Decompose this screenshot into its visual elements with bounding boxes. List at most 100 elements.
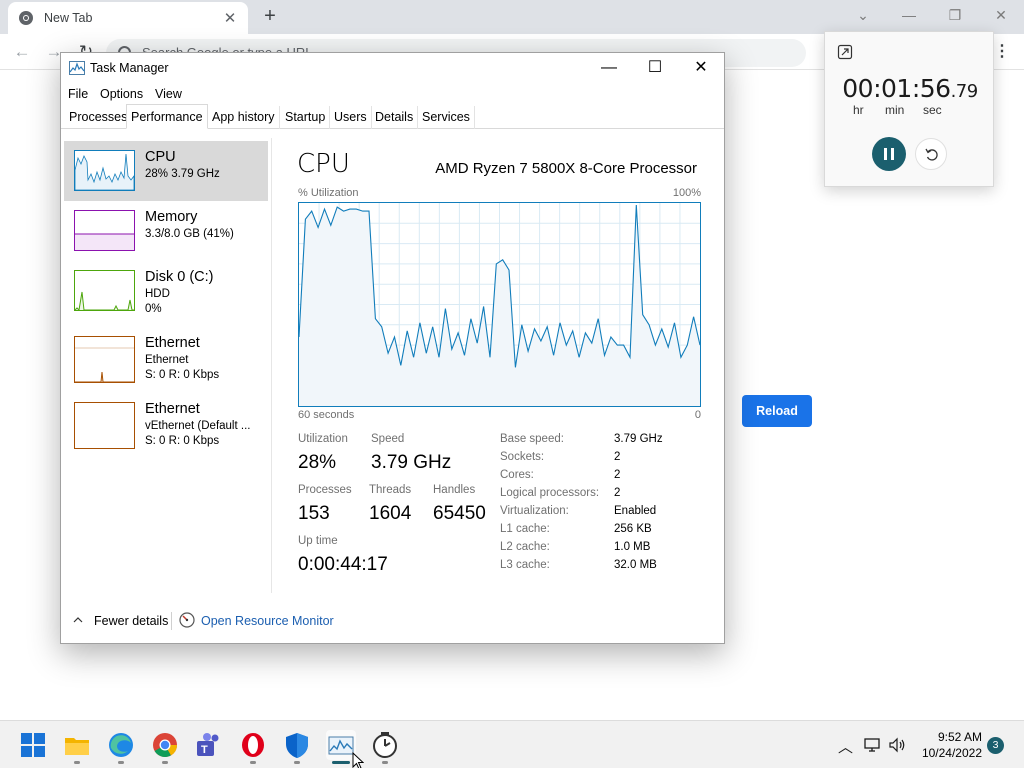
fewer-details-button[interactable]: Fewer details xyxy=(94,614,168,628)
spec-label: Logical processors: xyxy=(500,487,600,499)
utilization-label: Utilization xyxy=(298,433,348,445)
resource-disk[interactable]: Disk 0 (C:) HDD 0% xyxy=(64,261,268,321)
browser-tab-title: New Tab xyxy=(44,11,93,25)
graph-time-label: 60 seconds xyxy=(298,409,355,421)
chevron-up-icon[interactable] xyxy=(73,615,83,625)
chrome-running-dot xyxy=(162,761,168,764)
tab-search-chevron-icon[interactable]: ⌄ xyxy=(848,4,878,26)
task-manager-tabs: Processes Performance App history Startu… xyxy=(61,104,724,129)
spec-label: L2 cache: xyxy=(500,541,550,553)
menu-options[interactable]: Options xyxy=(100,87,143,101)
chrome-icon[interactable] xyxy=(150,730,180,760)
defender-icon[interactable] xyxy=(282,730,312,760)
browser-menu-icon[interactable]: ⋮ xyxy=(994,42,1010,62)
tm-maximize-icon[interactable]: ☐ xyxy=(635,56,675,80)
speed-label: Speed xyxy=(371,433,405,445)
taskbar-date[interactable]: 10/24/2022 xyxy=(916,746,982,760)
open-resource-monitor-link[interactable]: Open Resource Monitor xyxy=(201,614,334,628)
defender-running-dot xyxy=(294,761,300,764)
pause-button[interactable] xyxy=(872,137,906,171)
cpu-model-name: AMD Ryzen 7 5800X 8-Core Processor xyxy=(435,160,697,177)
notification-badge[interactable]: 3 xyxy=(987,737,1004,754)
chevron-up-tray-icon[interactable]: ︿ xyxy=(838,736,853,756)
cpu-utilization-graph xyxy=(298,202,701,407)
tab-services[interactable]: Services xyxy=(418,106,475,129)
memory-thumbnail xyxy=(74,210,135,251)
task-manager-title: Task Manager xyxy=(90,61,169,75)
spec-label: L3 cache: xyxy=(500,559,550,571)
resource-memory-detail: 3.3/8.0 GB (41%) xyxy=(145,228,234,240)
teams-icon[interactable]: T xyxy=(194,730,224,760)
browser-tab[interactable]: New Tab ✕ xyxy=(8,2,248,34)
sidebar-divider xyxy=(271,138,272,593)
expand-window-icon[interactable] xyxy=(837,44,853,60)
file-explorer-running-dot xyxy=(74,761,80,764)
utilization-value: 28% xyxy=(298,452,337,473)
unit-min: min xyxy=(885,103,905,117)
uptime-value: 0:00:44:17 xyxy=(298,554,388,575)
tab-startup[interactable]: Startup xyxy=(281,106,331,129)
spec-label: Sockets: xyxy=(500,451,545,463)
browser-tab-strip: New Tab ✕ + ⌄ — ❐ ✕ xyxy=(0,0,1024,34)
resource-monitor-icon xyxy=(179,612,195,628)
start-icon[interactable] xyxy=(18,730,48,760)
new-tab-plus-icon[interactable]: + xyxy=(260,6,280,26)
opera-running-dot xyxy=(250,761,256,764)
browser-minimize-icon[interactable]: — xyxy=(894,4,924,26)
resource-disk-type: HDD xyxy=(145,288,170,300)
unit-hr: hr xyxy=(853,103,864,117)
stopwatch-time-main: 00:01:56 xyxy=(842,74,951,103)
task-manager-window: Task Manager — ☐ ✕ File Options View Pro… xyxy=(60,52,725,644)
menu-view[interactable]: View xyxy=(155,87,182,101)
handles-value: 65450 xyxy=(433,503,486,524)
opera-icon[interactable] xyxy=(238,730,268,760)
processes-value: 153 xyxy=(298,503,330,524)
mouse-cursor-icon xyxy=(352,752,364,768)
taskbar-time[interactable]: 9:52 AM xyxy=(930,730,982,744)
resource-cpu[interactable]: CPU 28% 3.79 GHz xyxy=(64,141,268,201)
disk-thumbnail xyxy=(74,270,135,311)
menu-file[interactable]: File xyxy=(68,87,88,101)
threads-label: Threads xyxy=(369,484,412,496)
resource-memory-name: Memory xyxy=(145,209,198,225)
spec-value: 2 xyxy=(614,487,621,499)
chrome-favicon-icon xyxy=(19,11,33,25)
tab-details[interactable]: Details xyxy=(371,106,419,129)
task-manager-menubar: File Options View xyxy=(61,83,724,105)
file-explorer-icon[interactable] xyxy=(62,730,92,760)
spec-label: Cores: xyxy=(500,469,534,481)
uptime-label: Up time xyxy=(298,535,338,547)
clock-icon[interactable] xyxy=(370,730,400,760)
browser-restore-icon[interactable]: ❐ xyxy=(940,4,970,26)
tab-users[interactable]: Users xyxy=(330,106,372,129)
task-manager-titlebar[interactable]: Task Manager — ☐ ✕ xyxy=(61,53,724,83)
tm-minimize-icon[interactable]: — xyxy=(589,56,629,80)
resource-ethernet-1[interactable]: Ethernet Ethernet S: 0 R: 0 Kbps xyxy=(64,327,268,387)
graph-max-label: 100% xyxy=(672,187,701,199)
reload-button[interactable]: Reload xyxy=(742,395,812,427)
ethernet-thumbnail xyxy=(74,336,135,383)
cpu-panel-title: CPU xyxy=(297,149,350,179)
reset-button[interactable] xyxy=(915,138,947,170)
tab-app-history[interactable]: App history xyxy=(208,106,280,129)
reset-icon xyxy=(925,148,938,161)
volume-icon[interactable] xyxy=(888,736,906,754)
back-arrow-icon[interactable]: ← xyxy=(12,42,32,62)
stopwatch-widget: 00:01:56.79 hr min sec xyxy=(824,31,994,187)
network-icon[interactable] xyxy=(864,736,882,754)
resource-memory[interactable]: Memory 3.3/8.0 GB (41%) xyxy=(64,201,268,261)
tab-performance[interactable]: Performance xyxy=(126,104,208,129)
tm-close-icon[interactable]: ✕ xyxy=(681,56,721,80)
spec-value: 1.0 MB xyxy=(614,541,651,553)
resource-ethernet-2[interactable]: Ethernet vEthernet (Default ... S: 0 R: … xyxy=(64,393,268,453)
resource-disk-name: Disk 0 (C:) xyxy=(145,269,214,285)
task-manager-active-indicator xyxy=(332,761,350,764)
browser-close-icon[interactable]: ✕ xyxy=(986,4,1016,26)
tab-processes[interactable]: Processes xyxy=(65,106,133,129)
task-manager-app-icon xyxy=(69,61,85,75)
spec-value: 256 KB xyxy=(614,523,652,535)
resource-ethernet-1-adapter: Ethernet xyxy=(145,354,189,366)
tab-close-icon[interactable]: ✕ xyxy=(222,9,238,27)
edge-icon[interactable] xyxy=(106,730,136,760)
threads-value: 1604 xyxy=(369,503,412,524)
